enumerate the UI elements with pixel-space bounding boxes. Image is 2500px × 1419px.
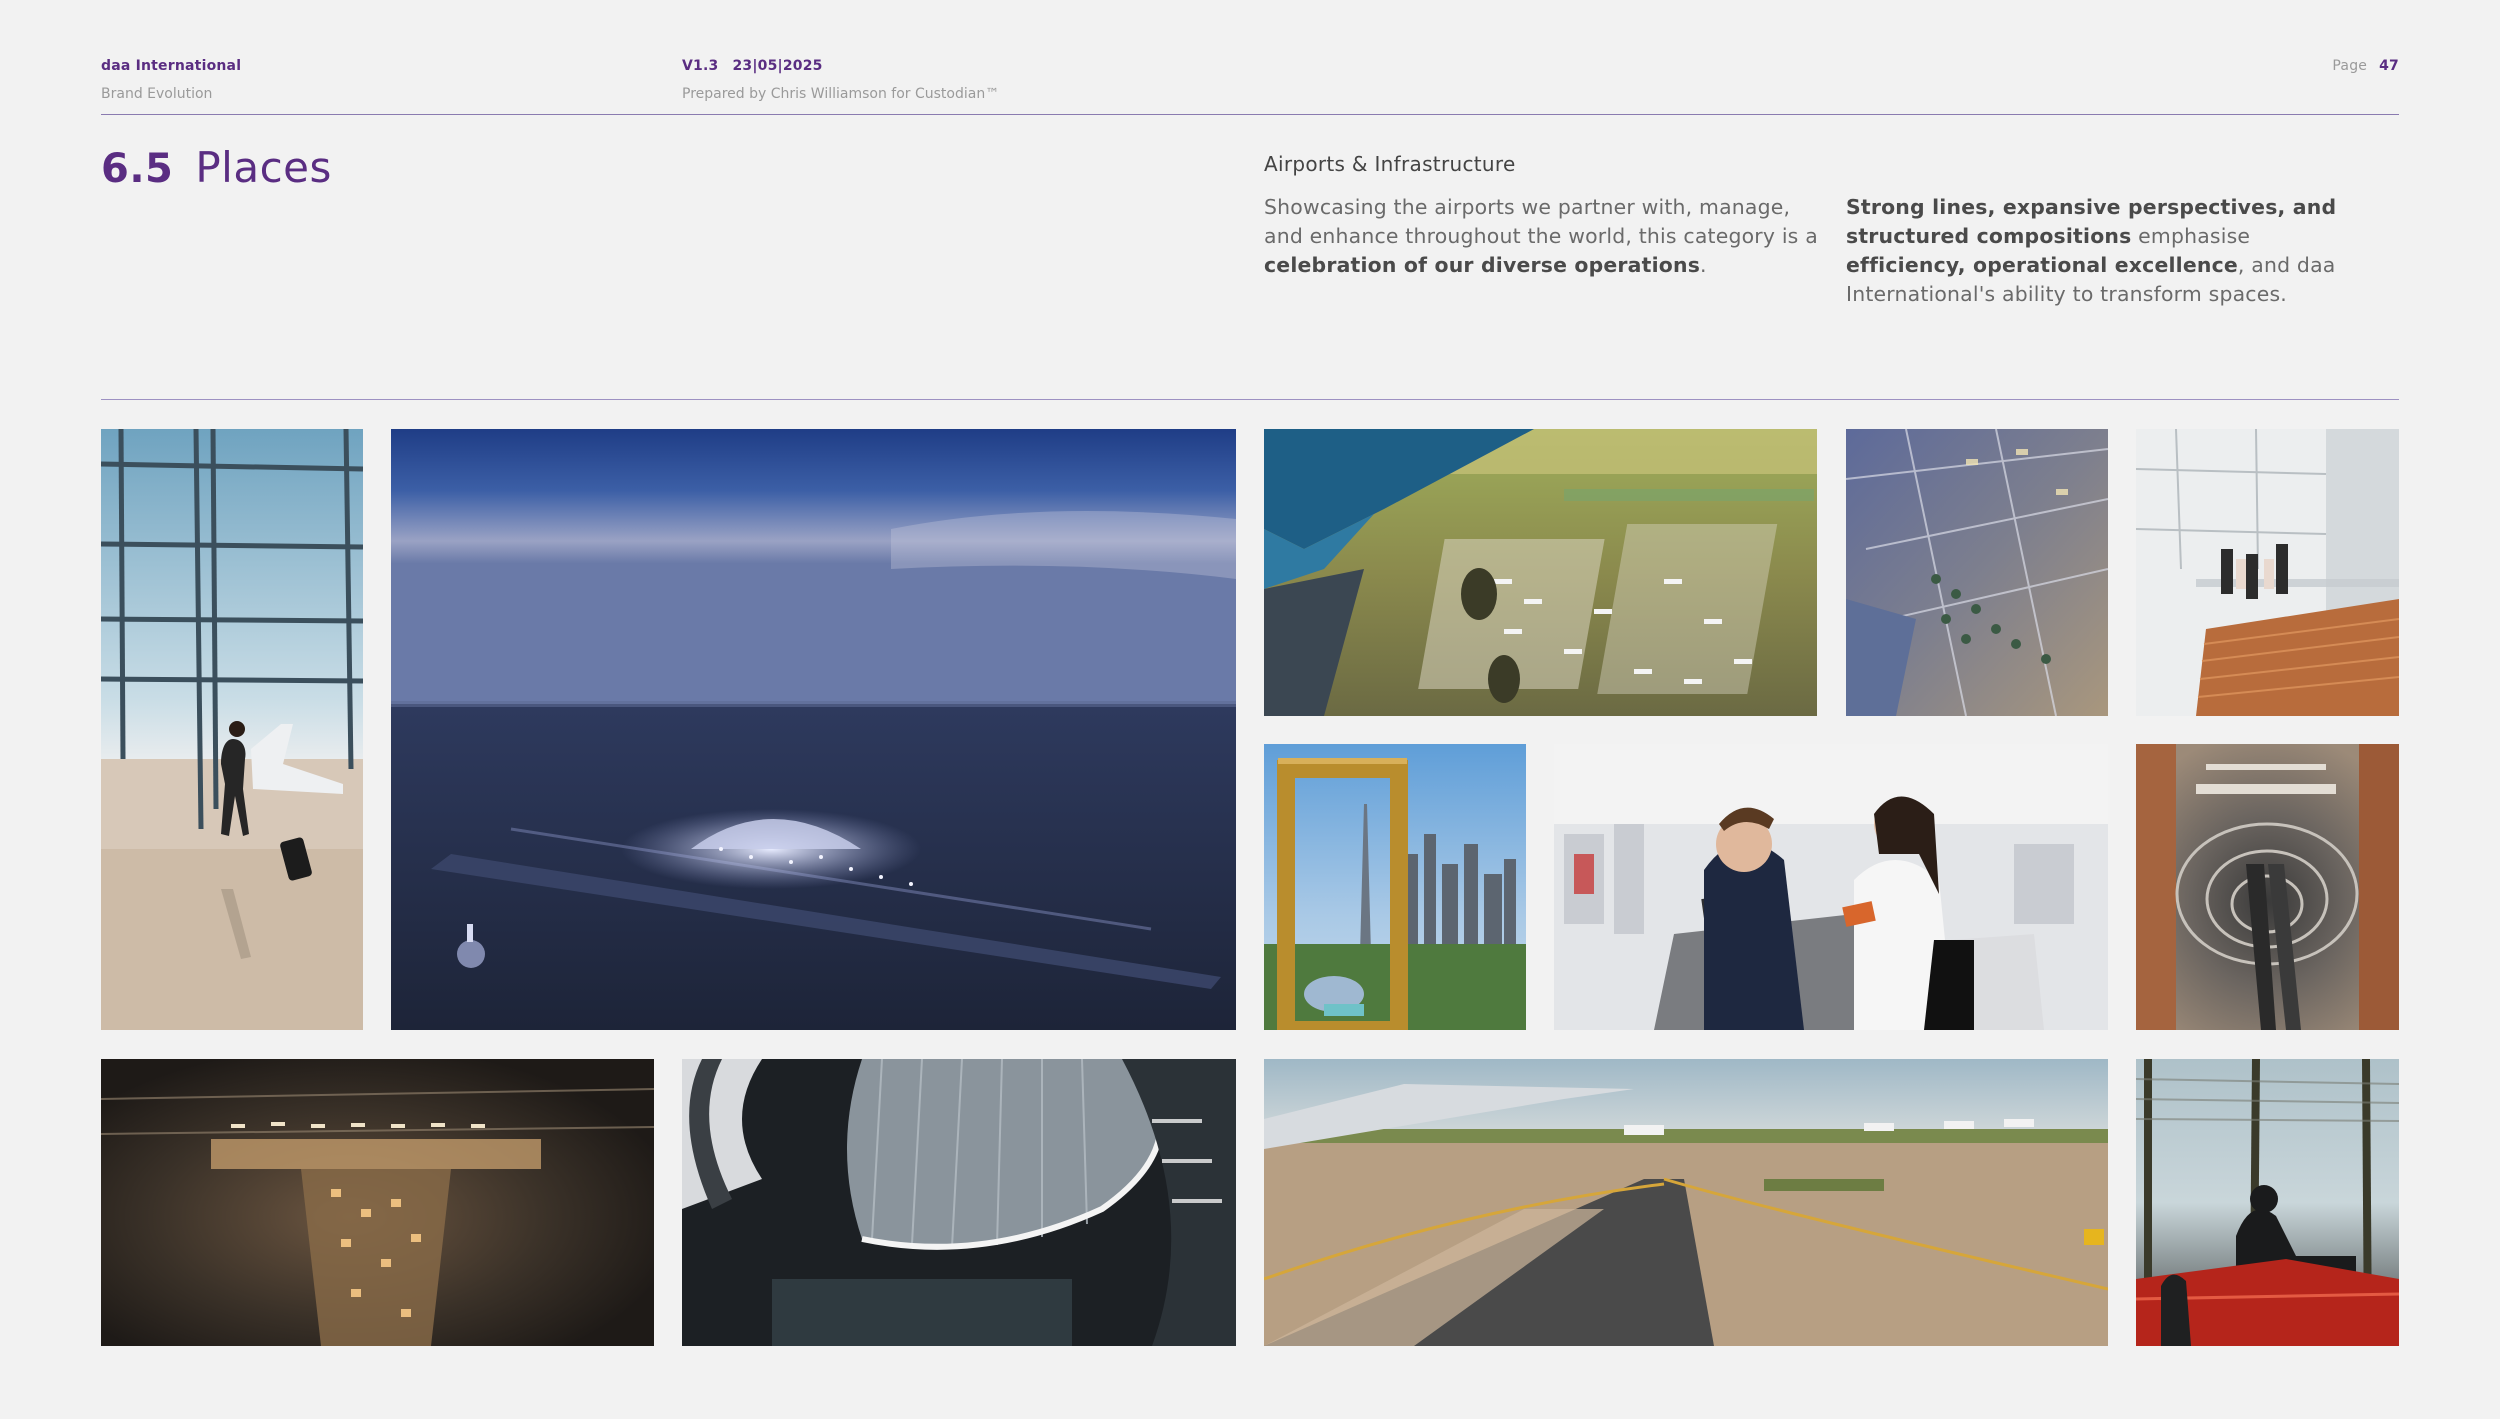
dubai-frame-photo — [1264, 744, 1526, 1030]
highlight-text: celebration of our diverse operations — [1264, 253, 1701, 277]
airport-night-overhead-render — [101, 1059, 654, 1346]
section-title: 6.5 Places — [101, 143, 332, 192]
date-label: 23|05|2025 — [732, 58, 823, 74]
header-divider — [101, 114, 2399, 115]
page-indicator: Page 47 — [2332, 58, 2399, 74]
curved-terminal-roof-photo — [682, 1059, 1236, 1346]
subheading: Airports & Infrastructure — [1264, 152, 1516, 176]
traveller-at-window-photo — [101, 429, 363, 1030]
company-name: daa International — [101, 58, 242, 74]
highlight-text: efficiency, operational excellence — [1846, 253, 2238, 277]
section-name: Places — [195, 143, 332, 192]
masterplan-aerial-render — [1846, 429, 2108, 716]
check-in-desk-photo — [1554, 744, 2108, 1030]
section-divider — [101, 399, 2399, 400]
intro-paragraph-1: Showcasing the airports we partner with,… — [1264, 195, 1818, 277]
brand-block: daa International Brand Evolution — [101, 58, 241, 102]
highlight-text: Strong lines, expansive perspectives, an… — [1846, 195, 2337, 248]
lounge-silhouette-photo — [2136, 1059, 2399, 1346]
intro-paragraph-2: Strong lines, expansive perspectives, an… — [1846, 195, 2337, 306]
airport-aerial-from-wing-photo — [1264, 429, 1817, 716]
airport-night-aerial-render — [391, 429, 1236, 1030]
prepared-by: Prepared by Chris Williamson for Custodi… — [682, 86, 1000, 102]
taxiway-apron-photo — [1264, 1059, 2108, 1346]
meta-block: V1.3 23|05|2025 Prepared by Chris William… — [682, 58, 999, 102]
version-label: V1.3 — [682, 58, 719, 74]
terminal-atrium-escalators-photo — [2136, 744, 2399, 1030]
section-number: 6.5 — [101, 146, 174, 192]
page-number: 47 — [2379, 58, 2399, 74]
terminal-staircase-photo — [2136, 429, 2399, 716]
page-label: Page — [2332, 58, 2368, 74]
page-header: daa International Brand Evolution V1.3 23… — [0, 0, 2500, 120]
document-name: Brand Evolution — [101, 86, 213, 102]
